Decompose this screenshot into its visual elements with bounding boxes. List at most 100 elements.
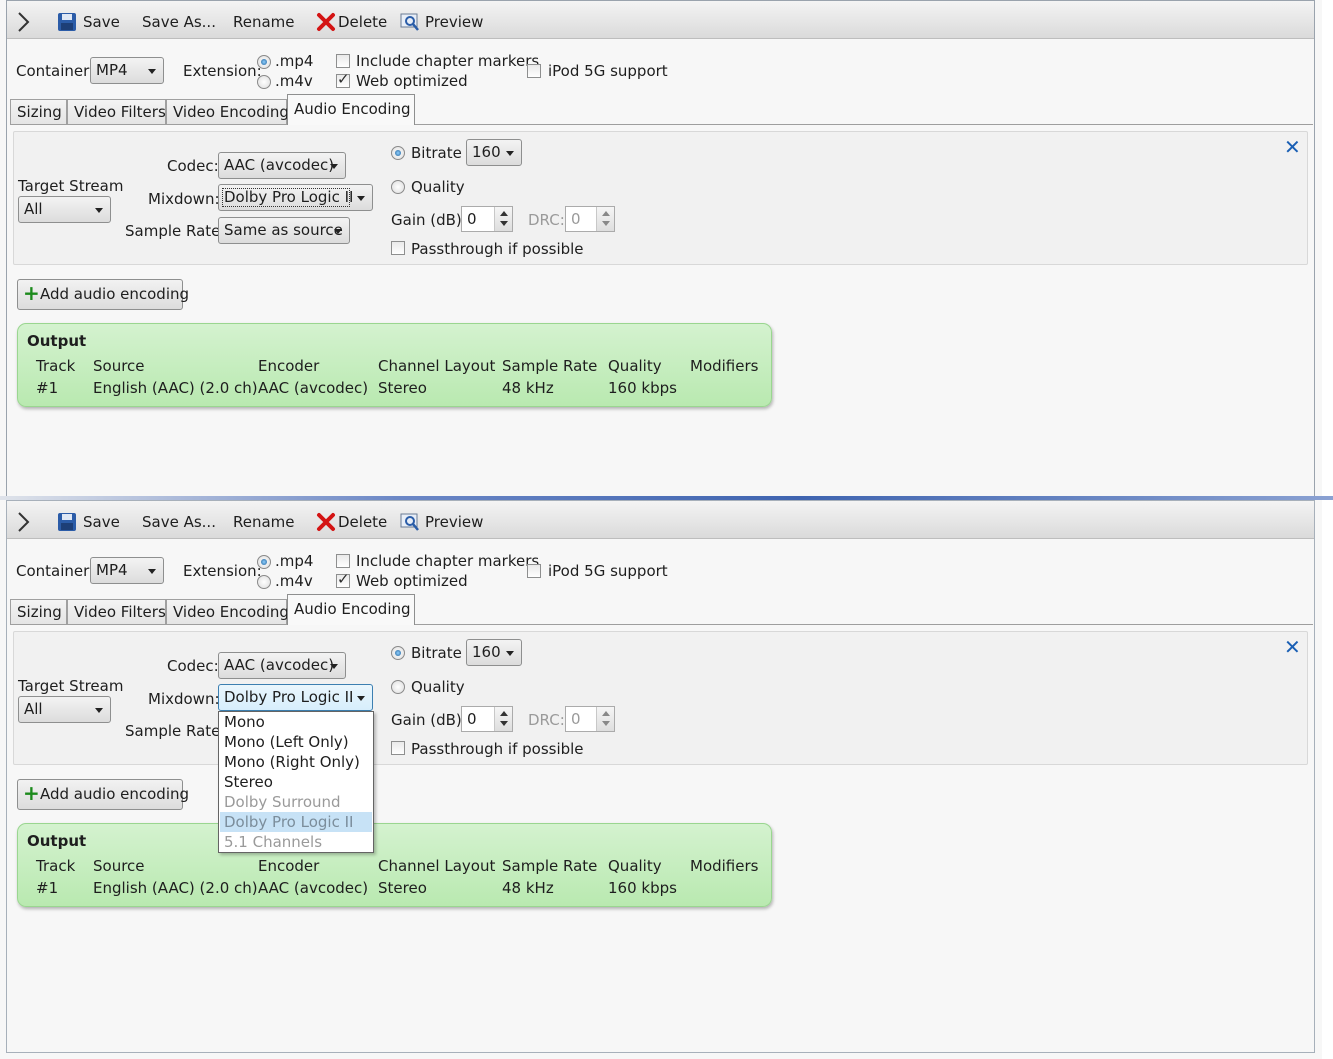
passthrough-checkbox[interactable] xyxy=(391,741,405,755)
codec-select[interactable]: AAC (avcodec) xyxy=(218,152,346,179)
bitrate-select[interactable]: 160 xyxy=(466,139,522,166)
mixdown-select-open[interactable]: Dolby Pro Logic II xyxy=(218,684,373,711)
tab-audio-encoding[interactable]: Audio Encoding xyxy=(287,94,415,125)
target-stream-select[interactable]: All xyxy=(18,196,111,223)
drc-value: 0 xyxy=(571,710,581,728)
chevron-right-icon[interactable] xyxy=(17,11,31,33)
toolbar: Save Save As... Rename Delete Preview xyxy=(7,501,1314,539)
magnifier-icon xyxy=(400,13,419,31)
window-edge xyxy=(1322,0,1333,1059)
save-button[interactable]: Save xyxy=(83,11,120,33)
container-select[interactable]: MP4 xyxy=(90,557,164,584)
bitrate-radio[interactable] xyxy=(391,146,405,160)
header-channel-layout: Channel Layout xyxy=(378,857,496,875)
mixdown-option-mono[interactable]: Mono xyxy=(220,712,372,732)
drc-value: 0 xyxy=(571,210,581,228)
blue-x-icon[interactable]: ✕ xyxy=(1284,137,1301,157)
add-audio-encoding-label: Add audio encoding xyxy=(40,785,190,803)
mixdown-option-mono-left[interactable]: Mono (Left Only) xyxy=(220,732,372,752)
chevron-down-icon xyxy=(95,208,103,213)
tab-video-encoding[interactable]: Video Encoding xyxy=(166,599,289,625)
chevron-down-icon xyxy=(357,196,365,201)
container-value: MP4 xyxy=(96,61,128,79)
web-optimized-checkbox[interactable] xyxy=(336,70,350,88)
save-button[interactable]: Save xyxy=(83,511,120,533)
target-stream-select[interactable]: All xyxy=(18,696,111,723)
ipod-support-checkbox[interactable] xyxy=(527,564,541,578)
chapter-markers-checkbox[interactable] xyxy=(336,54,350,68)
gain-spinner[interactable]: 0 xyxy=(461,706,513,732)
add-audio-encoding-button[interactable]: + Add audio encoding xyxy=(17,779,189,810)
ext-m4v-label: .m4v xyxy=(275,72,313,90)
row-encoder: AAC (avcodec) xyxy=(258,879,369,897)
ipod-support-checkbox[interactable] xyxy=(527,64,541,78)
chevron-right-icon[interactable] xyxy=(17,511,31,533)
preview-button[interactable]: Preview xyxy=(425,11,483,33)
drc-spinner[interactable]: 0 xyxy=(565,706,615,732)
tab-sizing[interactable]: Sizing xyxy=(10,99,67,125)
web-optimized-label: Web optimized xyxy=(356,572,468,590)
header-encoder: Encoder xyxy=(258,857,320,875)
tab-video-filters[interactable]: Video Filters xyxy=(67,599,166,625)
bitrate-radio[interactable] xyxy=(391,646,405,660)
add-audio-encoding-button[interactable]: + Add audio encoding xyxy=(17,279,189,310)
row-channel-layout: Stereo xyxy=(378,379,427,397)
audio-track-panel: Target Stream All Codec: AAC (avcodec) M… xyxy=(13,131,1308,265)
ext-m4v-label: .m4v xyxy=(275,572,313,590)
ext-m4v-radio[interactable] xyxy=(257,75,271,89)
gain-spinner[interactable]: 0 xyxy=(461,206,513,232)
codec-select[interactable]: AAC (avcodec) xyxy=(218,652,346,679)
save-as-button[interactable]: Save As... xyxy=(142,511,216,533)
rename-button[interactable]: Rename xyxy=(233,511,295,533)
tab-audio-encoding[interactable]: Audio Encoding xyxy=(287,594,415,625)
spinner-buttons[interactable] xyxy=(494,207,512,231)
mixdown-option-stereo[interactable]: Stereo xyxy=(220,772,372,792)
preview-button[interactable]: Preview xyxy=(425,511,483,533)
tab-sizing[interactable]: Sizing xyxy=(10,599,67,625)
row-sample-rate: 48 kHz xyxy=(502,879,554,897)
green-plus-icon: + xyxy=(23,781,40,805)
ext-m4v-radio[interactable] xyxy=(257,575,271,589)
row-track: #1 xyxy=(36,379,59,397)
arrow-up-icon xyxy=(602,211,610,216)
passthrough-checkbox[interactable] xyxy=(391,241,405,255)
save-as-button[interactable]: Save As... xyxy=(142,11,216,33)
ext-mp4-radio[interactable] xyxy=(257,55,271,69)
container-label: Container: xyxy=(16,62,95,80)
quality-radio[interactable] xyxy=(391,680,405,694)
spinner-buttons[interactable] xyxy=(494,707,512,731)
mixdown-option-mono-right[interactable]: Mono (Right Only) xyxy=(220,752,372,772)
spinner-buttons[interactable] xyxy=(596,707,614,731)
quality-radio[interactable] xyxy=(391,180,405,194)
bitrate-value: 160 xyxy=(472,143,501,161)
row-sample-rate: 48 kHz xyxy=(502,379,554,397)
ext-mp4-radio[interactable] xyxy=(257,555,271,569)
sample-rate-select[interactable]: Same as source xyxy=(218,217,350,244)
container-select[interactable]: MP4 xyxy=(90,57,164,84)
output-summary: Output Track Source Encoder Channel Layo… xyxy=(17,323,772,407)
bitrate-select[interactable]: 160 xyxy=(466,639,522,666)
mixdown-value: Dolby Pro Logic II xyxy=(224,688,354,706)
gain-label: Gain (dB): xyxy=(391,211,467,229)
output-title: Output xyxy=(27,832,87,850)
codec-label: Codec: xyxy=(167,657,219,675)
tab-underline xyxy=(10,624,1313,625)
blue-x-icon[interactable]: ✕ xyxy=(1284,637,1301,657)
arrow-up-icon xyxy=(602,711,610,716)
ext-mp4-label: .mp4 xyxy=(275,52,314,70)
mixdown-select[interactable]: Dolby Pro Logic II xyxy=(218,184,373,211)
extension-label: Extension: xyxy=(183,62,262,80)
tab-video-filters[interactable]: Video Filters xyxy=(67,99,166,125)
delete-button[interactable]: Delete xyxy=(338,511,387,533)
header-modifiers: Modifiers xyxy=(690,357,759,375)
web-optimized-checkbox[interactable] xyxy=(336,570,350,588)
delete-button[interactable]: Delete xyxy=(338,11,387,33)
sample-rate-label: Sample Rate: xyxy=(125,222,226,240)
chapter-markers-checkbox[interactable] xyxy=(336,554,350,568)
spinner-buttons[interactable] xyxy=(596,207,614,231)
drc-spinner[interactable]: 0 xyxy=(565,206,615,232)
target-stream-label: Target Stream xyxy=(18,177,124,195)
tab-video-encoding[interactable]: Video Encoding xyxy=(166,99,289,125)
web-optimized-label: Web optimized xyxy=(356,72,468,90)
rename-button[interactable]: Rename xyxy=(233,11,295,33)
